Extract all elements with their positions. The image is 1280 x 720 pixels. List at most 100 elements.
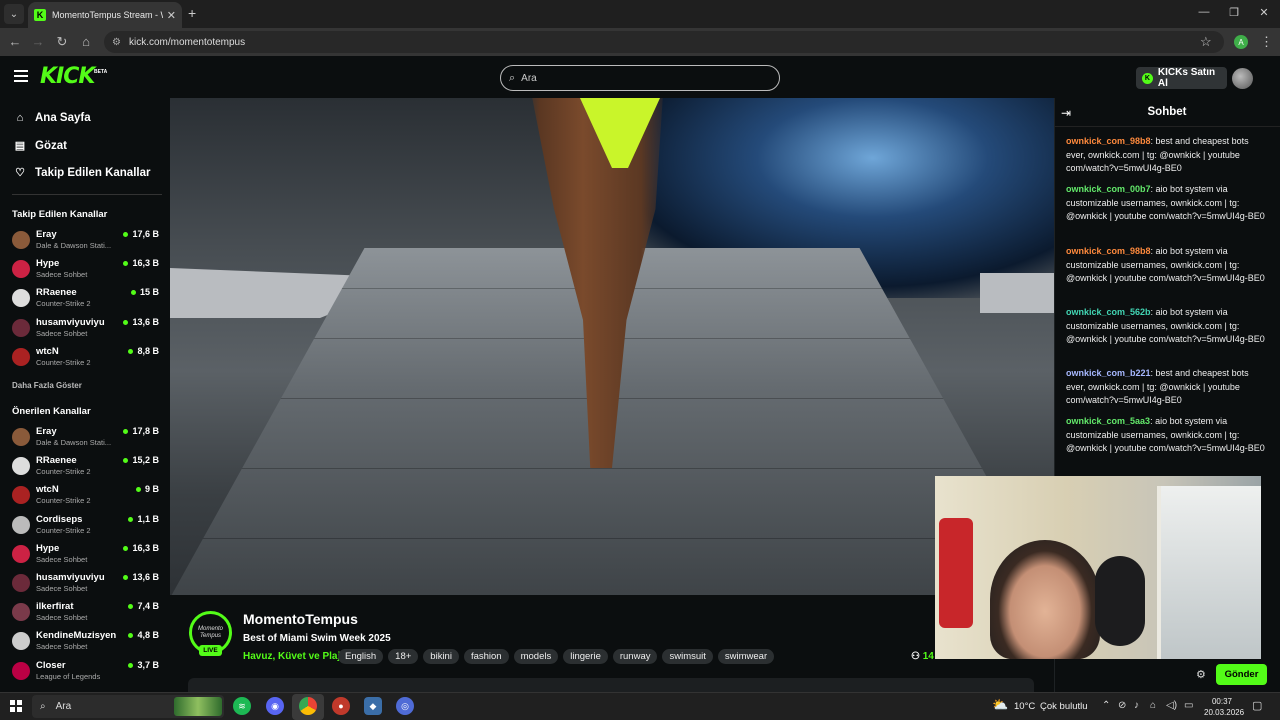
sidebar-channel[interactable]: husamviyuviyu Sadece Sohbet 13,6 B bbox=[12, 571, 162, 599]
sidebar-channel[interactable]: ilkerfirat Sadece Sohbet 7,4 B bbox=[12, 600, 162, 628]
send-button[interactable]: Gönder bbox=[1216, 664, 1267, 685]
chat-settings-icon[interactable]: ⚙ bbox=[1196, 668, 1206, 681]
home-icon: ⌂ bbox=[16, 112, 24, 124]
channel-category: Sadece Sohbet bbox=[36, 554, 88, 564]
webcam-person bbox=[990, 540, 1100, 659]
sidebar-channel[interactable]: wtcN Counter-Strike 2 9 B bbox=[12, 483, 162, 511]
channel-viewers: 4,8 B bbox=[137, 630, 159, 641]
app-icon[interactable]: ◆ bbox=[364, 697, 382, 715]
app-icon-2[interactable]: ◎ bbox=[396, 697, 414, 715]
nav-following[interactable]: ♡ Takip Edilen Kanallar bbox=[12, 166, 150, 180]
kick-logo[interactable]: KICK bbox=[40, 64, 95, 89]
menu-icon[interactable] bbox=[14, 70, 28, 82]
reload-button[interactable]: ↻ bbox=[53, 34, 71, 50]
video-player[interactable] bbox=[170, 98, 1054, 595]
back-button[interactable]: ← bbox=[6, 34, 24, 49]
search-input[interactable]: ⌕ Ara bbox=[500, 65, 780, 91]
close-window-button[interactable]: ✕ bbox=[1252, 6, 1276, 19]
chat-username[interactable]: ownkick_com_b221 bbox=[1066, 368, 1151, 378]
sidebar-channel[interactable]: Eray Dale & Dawson Stati... 17,6 B bbox=[12, 228, 162, 256]
battery-icon[interactable]: ▭ bbox=[1184, 700, 1193, 711]
buy-kicks-label: KICKs Satın Al bbox=[1157, 67, 1216, 89]
show-more-link[interactable]: Daha Fazla Göster bbox=[12, 381, 82, 390]
nav-home[interactable]: ⌂ Ana Sayfa bbox=[12, 112, 91, 124]
sidebar-channel[interactable]: Closer League of Legends 3,7 B bbox=[12, 659, 162, 687]
live-dot-icon bbox=[128, 516, 134, 522]
stream-tag[interactable]: runway bbox=[612, 649, 658, 664]
sidebar-channel[interactable]: husamviyuviyu Sadece Sohbet 13,6 B bbox=[12, 316, 162, 344]
webcam-red-object bbox=[939, 518, 973, 628]
channel-viewers: 15,2 B bbox=[132, 455, 159, 466]
live-dot-icon bbox=[123, 232, 129, 237]
discord-icon[interactable]: ◉ bbox=[266, 697, 284, 715]
stream-tag[interactable]: swimsuit bbox=[662, 649, 713, 664]
stream-tag[interactable]: models bbox=[513, 649, 559, 664]
windows-start-icon[interactable] bbox=[10, 700, 22, 712]
tab-title: MomentoTempus Stream - Wat bbox=[52, 10, 163, 20]
buy-kicks-button[interactable]: K KICKs Satın Al bbox=[1136, 67, 1227, 89]
tray-app-icon[interactable]: ⊘ bbox=[1118, 700, 1126, 711]
live-dot-icon bbox=[123, 458, 129, 464]
bookmark-star-icon[interactable]: ☆ bbox=[1200, 34, 1212, 50]
volume-icon[interactable]: ◁) bbox=[1166, 700, 1177, 711]
live-dot-icon bbox=[128, 633, 134, 639]
channel-viewers: 16,3 B bbox=[132, 542, 159, 553]
sidebar-channel[interactable]: Hype Sadece Sohbet 16,3 B bbox=[12, 542, 162, 570]
close-tab-icon[interactable]: ✕ bbox=[167, 9, 176, 22]
stream-tag[interactable]: lingerie bbox=[563, 649, 608, 664]
chat-username[interactable]: ownkick_com_98b8 bbox=[1066, 246, 1151, 256]
chat-username[interactable]: ownkick_com_562b bbox=[1066, 307, 1151, 317]
channel-category: Counter-Strike 2 bbox=[36, 299, 91, 309]
network-icon[interactable]: ⌂ bbox=[1150, 700, 1156, 711]
browser-tab[interactable]: K MomentoTempus Stream - Wat ✕ bbox=[28, 2, 182, 28]
notification-icon[interactable]: ▢ bbox=[1252, 699, 1262, 712]
home-button[interactable]: ⌂ bbox=[77, 34, 95, 49]
followed-heading: Takip Edilen Kanallar bbox=[12, 209, 108, 220]
stream-tag[interactable]: bikini bbox=[423, 649, 459, 664]
channel-name[interactable]: MomentoTempus bbox=[243, 611, 358, 627]
stream-tag[interactable]: swimwear bbox=[717, 649, 775, 664]
nav-browse[interactable]: ▤ Gözat bbox=[12, 139, 67, 153]
cloud-icon[interactable]: ⛅ bbox=[992, 697, 1008, 713]
taskbar-search[interactable]: ⌕ Ara bbox=[32, 695, 224, 718]
profile-avatar[interactable]: A bbox=[1234, 35, 1248, 49]
spotify-icon[interactable]: ≋ bbox=[233, 697, 251, 715]
sidebar-channel[interactable]: KendineMuzisyen Sadece Sohbet 4,8 B bbox=[12, 629, 162, 657]
search-placeholder: Ara bbox=[521, 72, 537, 84]
tray-chevron-icon[interactable]: ⌃ bbox=[1102, 700, 1110, 711]
stream-tags: English 18+ bikini fashion models lingerie run… bbox=[338, 649, 775, 664]
tab-search-button[interactable]: ⌄ bbox=[4, 4, 24, 24]
stream-category[interactable]: Havuz, Küvet ve Plaj bbox=[243, 651, 340, 662]
user-avatar[interactable] bbox=[1232, 68, 1253, 89]
sidebar-channel[interactable]: RRaenee Counter-Strike 2 15,2 B bbox=[12, 454, 162, 482]
channel-category: Dale & Dawson Stati... bbox=[36, 241, 112, 250]
sidebar-channel[interactable]: wtcN Counter-Strike 2 8,8 B bbox=[12, 345, 162, 373]
restore-button[interactable]: ❐ bbox=[1222, 6, 1246, 19]
stream-tag[interactable]: 18+ bbox=[388, 649, 419, 664]
sidebar-channel[interactable]: RRaenee Counter-Strike 2 15 B bbox=[12, 286, 162, 314]
site-info-icon[interactable]: ⚙ bbox=[112, 37, 121, 48]
obs-icon[interactable]: ● bbox=[332, 697, 350, 715]
stream-tag[interactable]: fashion bbox=[463, 649, 509, 664]
chat-username[interactable]: ownkick_com_00b7 bbox=[1066, 184, 1151, 194]
url-field[interactable]: ⚙ kick.com/momentotempus bbox=[104, 31, 1224, 53]
channel-category: Sadece Sohbet bbox=[36, 328, 88, 338]
mic-icon[interactable]: ♪ bbox=[1134, 700, 1139, 711]
temperature[interactable]: 10°C bbox=[1014, 701, 1035, 712]
sidebar-channel[interactable]: Cordiseps Counter-Strike 2 1,1 B bbox=[12, 513, 162, 541]
chat-username[interactable]: ownkick_com_98b8 bbox=[1066, 136, 1151, 146]
forward-button[interactable]: → bbox=[29, 34, 47, 49]
minimize-button[interactable]: — bbox=[1192, 6, 1216, 18]
chat-username[interactable]: ownkick_com_5aa3 bbox=[1066, 416, 1150, 426]
search-icon: ⌕ bbox=[509, 71, 516, 84]
weather-description[interactable]: Çok bulutlu bbox=[1040, 701, 1088, 712]
channel-name: Eray bbox=[36, 426, 57, 437]
system-clock[interactable]: 00:37 20.03.2026 bbox=[1204, 696, 1244, 718]
chrome-icon[interactable] bbox=[299, 697, 317, 715]
sidebar-channel[interactable]: Eray Dale & Dawson Stati... 17,8 B bbox=[12, 425, 162, 453]
sidebar-channel[interactable]: Hype Sadece Sohbet 16,3 B bbox=[12, 257, 162, 285]
browser-menu-icon[interactable]: ⋮ bbox=[1260, 34, 1273, 50]
stream-tag[interactable]: English bbox=[338, 649, 384, 664]
chat-message: ownkick_com_b221: best and cheapest bots… bbox=[1066, 367, 1266, 408]
new-tab-button[interactable]: + bbox=[188, 5, 196, 21]
